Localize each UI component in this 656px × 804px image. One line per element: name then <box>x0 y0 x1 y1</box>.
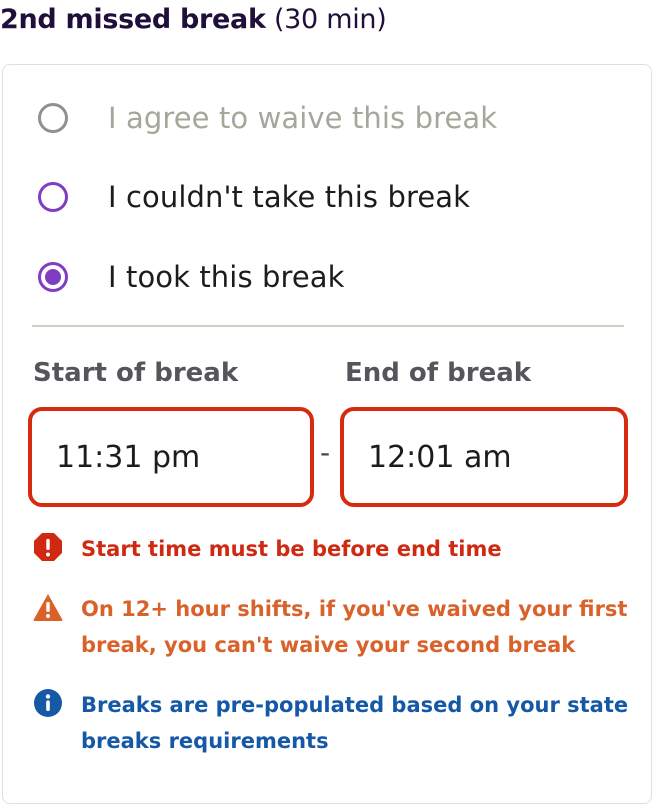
end-of-break-label: End of break <box>345 358 532 388</box>
warning-message-text: On 12+ hour shifts, if you've waived you… <box>81 597 628 657</box>
warning-message: On 12+ hour shifts, if you've waived you… <box>32 591 632 663</box>
radio-option-label: I couldn't take this break <box>108 180 471 214</box>
divider <box>32 325 624 327</box>
end-time-input[interactable]: 12:01 am <box>340 407 628 507</box>
error-message-text: Start time must be before end time <box>81 537 502 561</box>
info-circle-icon <box>34 689 62 717</box>
error-message: Start time must be before end time <box>32 531 502 567</box>
radio-button-unchecked[interactable] <box>38 182 68 212</box>
error-octagon-icon <box>34 533 62 561</box>
warning-triangle-icon <box>33 594 63 621</box>
radio-selected-dot <box>45 269 61 285</box>
radio-button-checked[interactable] <box>38 262 68 292</box>
section-title: 2nd missed break (30 min) <box>0 4 387 35</box>
radio-option-waive[interactable]: I agree to waive this break <box>38 98 497 138</box>
time-range-separator: - <box>320 436 331 469</box>
radio-button-unchecked[interactable] <box>38 103 68 133</box>
info-message-text: Breaks are pre-populated based on your s… <box>81 693 629 753</box>
radio-option-took-break[interactable]: I took this break <box>38 257 345 297</box>
info-message: Breaks are pre-populated based on your s… <box>32 687 632 759</box>
start-of-break-label: Start of break <box>33 358 239 388</box>
section-title-main: 2nd missed break <box>0 4 266 35</box>
radio-option-couldnt-take[interactable]: I couldn't take this break <box>38 177 470 217</box>
section-title-duration: (30 min) <box>273 4 387 35</box>
radio-option-label: I took this break <box>108 260 345 294</box>
radio-option-label: I agree to waive this break <box>108 101 498 135</box>
start-time-input[interactable]: 11:31 pm <box>28 407 314 507</box>
